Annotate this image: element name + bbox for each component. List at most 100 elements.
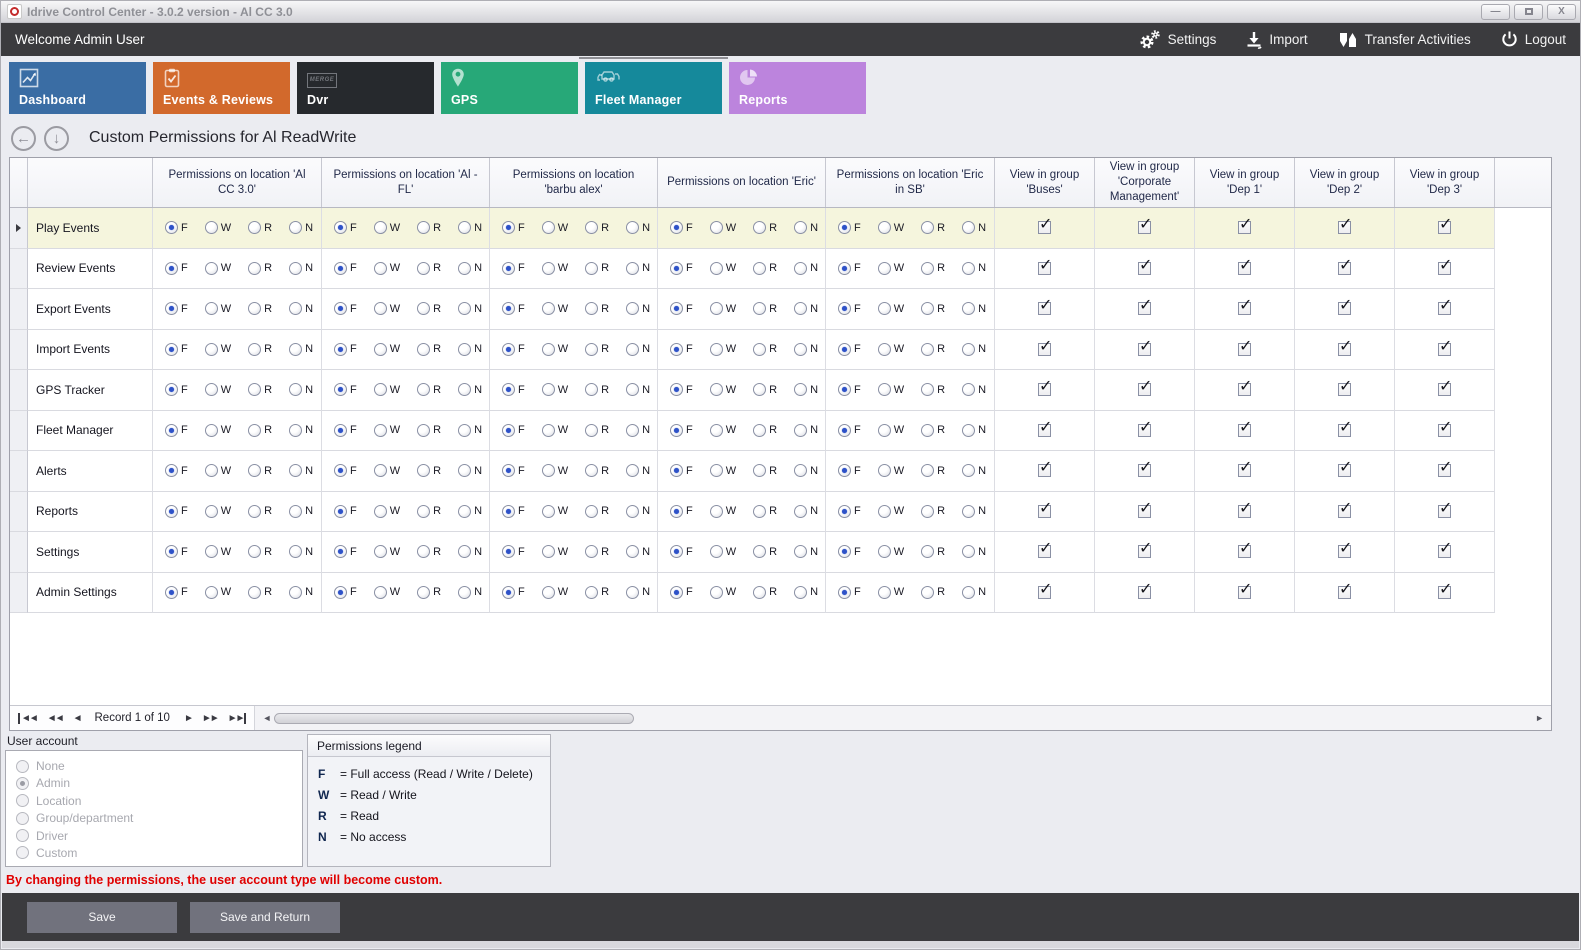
permission-radio-n[interactable]: N xyxy=(794,505,818,518)
radio-icon[interactable] xyxy=(248,545,261,558)
radio-icon[interactable] xyxy=(334,302,347,315)
radio-icon[interactable] xyxy=(710,505,723,518)
permission-radio-r[interactable]: R xyxy=(753,424,777,437)
permission-radio-n[interactable]: N xyxy=(289,221,313,234)
permission-radio-w[interactable]: W xyxy=(542,302,568,315)
permission-radio-r[interactable]: R xyxy=(753,221,777,234)
permission-radio-f[interactable]: F xyxy=(502,221,525,234)
column-header-group[interactable]: View in group 'Dep 3' xyxy=(1395,158,1495,207)
permission-radio-f[interactable]: F xyxy=(502,262,525,275)
table-row[interactable]: AlertsFWRNFWRNFWRNFWRNFWRN✓✓✓✓✓ xyxy=(10,451,1551,492)
group-checkbox[interactable]: ✓ xyxy=(1038,383,1051,396)
tab-fleet-manager[interactable]: Fleet Manager xyxy=(585,62,722,114)
account-type-option-group-department[interactable]: Group/department xyxy=(16,811,292,825)
first-record-button[interactable]: ◄◄ xyxy=(18,713,37,724)
permission-radio-f[interactable]: F xyxy=(838,464,861,477)
radio-icon[interactable] xyxy=(417,343,430,356)
radio-icon[interactable] xyxy=(417,383,430,396)
radio-icon[interactable] xyxy=(962,586,975,599)
radio-icon[interactable] xyxy=(205,262,218,275)
radio-icon[interactable] xyxy=(458,586,471,599)
radio-icon[interactable] xyxy=(248,586,261,599)
radio-icon[interactable] xyxy=(542,505,555,518)
radio-icon[interactable] xyxy=(794,586,807,599)
maximize-button[interactable] xyxy=(1514,4,1543,20)
radio-icon[interactable] xyxy=(753,545,766,558)
permission-radio-n[interactable]: N xyxy=(626,464,650,477)
back-button[interactable]: ← xyxy=(11,126,36,151)
radio-icon[interactable] xyxy=(289,221,302,234)
permission-radio-w[interactable]: W xyxy=(542,424,568,437)
group-checkbox[interactable]: ✓ xyxy=(1338,505,1351,518)
tab-dashboard[interactable]: Dashboard xyxy=(9,62,146,114)
permission-radio-n[interactable]: N xyxy=(962,262,986,275)
group-checkbox[interactable]: ✓ xyxy=(1138,302,1151,315)
group-checkbox[interactable]: ✓ xyxy=(1138,545,1151,558)
permission-radio-f[interactable]: F xyxy=(838,545,861,558)
radio-icon[interactable] xyxy=(374,505,387,518)
permission-radio-r[interactable]: R xyxy=(248,464,272,477)
radio-icon[interactable] xyxy=(878,343,891,356)
radio-icon[interactable] xyxy=(878,505,891,518)
permission-radio-f[interactable]: F xyxy=(334,505,357,518)
permission-radio-n[interactable]: N xyxy=(962,464,986,477)
radio-icon[interactable] xyxy=(585,221,598,234)
group-checkbox[interactable]: ✓ xyxy=(1138,343,1151,356)
permission-radio-r[interactable]: R xyxy=(248,383,272,396)
permission-radio-f[interactable]: F xyxy=(502,383,525,396)
radio-icon[interactable] xyxy=(794,383,807,396)
permission-radio-w[interactable]: W xyxy=(878,343,904,356)
radio-icon[interactable] xyxy=(205,302,218,315)
radio-icon[interactable] xyxy=(417,262,430,275)
radio-icon[interactable] xyxy=(753,424,766,437)
radio-icon[interactable] xyxy=(205,586,218,599)
radio-icon[interactable] xyxy=(670,505,683,518)
permission-radio-r[interactable]: R xyxy=(417,424,441,437)
radio-icon[interactable] xyxy=(753,343,766,356)
permission-radio-r[interactable]: R xyxy=(921,262,945,275)
permission-radio-n[interactable]: N xyxy=(458,464,482,477)
permission-radio-w[interactable]: W xyxy=(205,464,231,477)
permission-radio-f[interactable]: F xyxy=(165,464,188,477)
permission-radio-r[interactable]: R xyxy=(753,586,777,599)
radio-icon[interactable] xyxy=(417,586,430,599)
group-checkbox[interactable]: ✓ xyxy=(1438,383,1451,396)
permission-radio-f[interactable]: F xyxy=(334,586,357,599)
permission-radio-w[interactable]: W xyxy=(878,586,904,599)
permission-radio-r[interactable]: R xyxy=(753,383,777,396)
radio-icon[interactable] xyxy=(921,343,934,356)
down-button[interactable]: ↓ xyxy=(44,126,69,151)
radio-icon[interactable] xyxy=(334,586,347,599)
permission-radio-n[interactable]: N xyxy=(626,343,650,356)
radio-icon[interactable] xyxy=(165,505,178,518)
table-row[interactable]: Import EventsFWRNFWRNFWRNFWRNFWRN✓✓✓✓✓ xyxy=(10,330,1551,371)
permission-radio-r[interactable]: R xyxy=(585,505,609,518)
radio-icon[interactable] xyxy=(626,262,639,275)
radio-icon[interactable] xyxy=(417,221,430,234)
permission-radio-f[interactable]: F xyxy=(838,343,861,356)
permission-radio-w[interactable]: W xyxy=(878,424,904,437)
permission-radio-n[interactable]: N xyxy=(458,221,482,234)
permission-radio-f[interactable]: F xyxy=(670,383,693,396)
radio-icon[interactable] xyxy=(878,302,891,315)
permission-radio-f[interactable]: F xyxy=(502,545,525,558)
permission-radio-w[interactable]: W xyxy=(374,383,400,396)
radio-icon[interactable] xyxy=(838,586,851,599)
radio-icon[interactable] xyxy=(753,262,766,275)
permission-radio-f[interactable]: F xyxy=(165,586,188,599)
radio-icon[interactable] xyxy=(542,464,555,477)
radio-icon[interactable] xyxy=(962,302,975,315)
permission-radio-n[interactable]: N xyxy=(626,505,650,518)
permission-radio-r[interactable]: R xyxy=(417,545,441,558)
group-checkbox[interactable]: ✓ xyxy=(1238,262,1251,275)
permission-radio-w[interactable]: W xyxy=(542,383,568,396)
permission-radio-r[interactable]: R xyxy=(921,383,945,396)
permission-radio-n[interactable]: N xyxy=(289,424,313,437)
radio-icon[interactable] xyxy=(165,464,178,477)
tab-dvr[interactable]: MERGE Dvr xyxy=(297,62,434,114)
radio-icon[interactable] xyxy=(458,424,471,437)
permission-radio-n[interactable]: N xyxy=(794,586,818,599)
account-type-option-custom[interactable]: Custom xyxy=(16,846,292,860)
table-row[interactable]: Export EventsFWRNFWRNFWRNFWRNFWRN✓✓✓✓✓ xyxy=(10,289,1551,330)
column-header-location[interactable]: Permissions on location 'Eric' xyxy=(658,158,826,207)
